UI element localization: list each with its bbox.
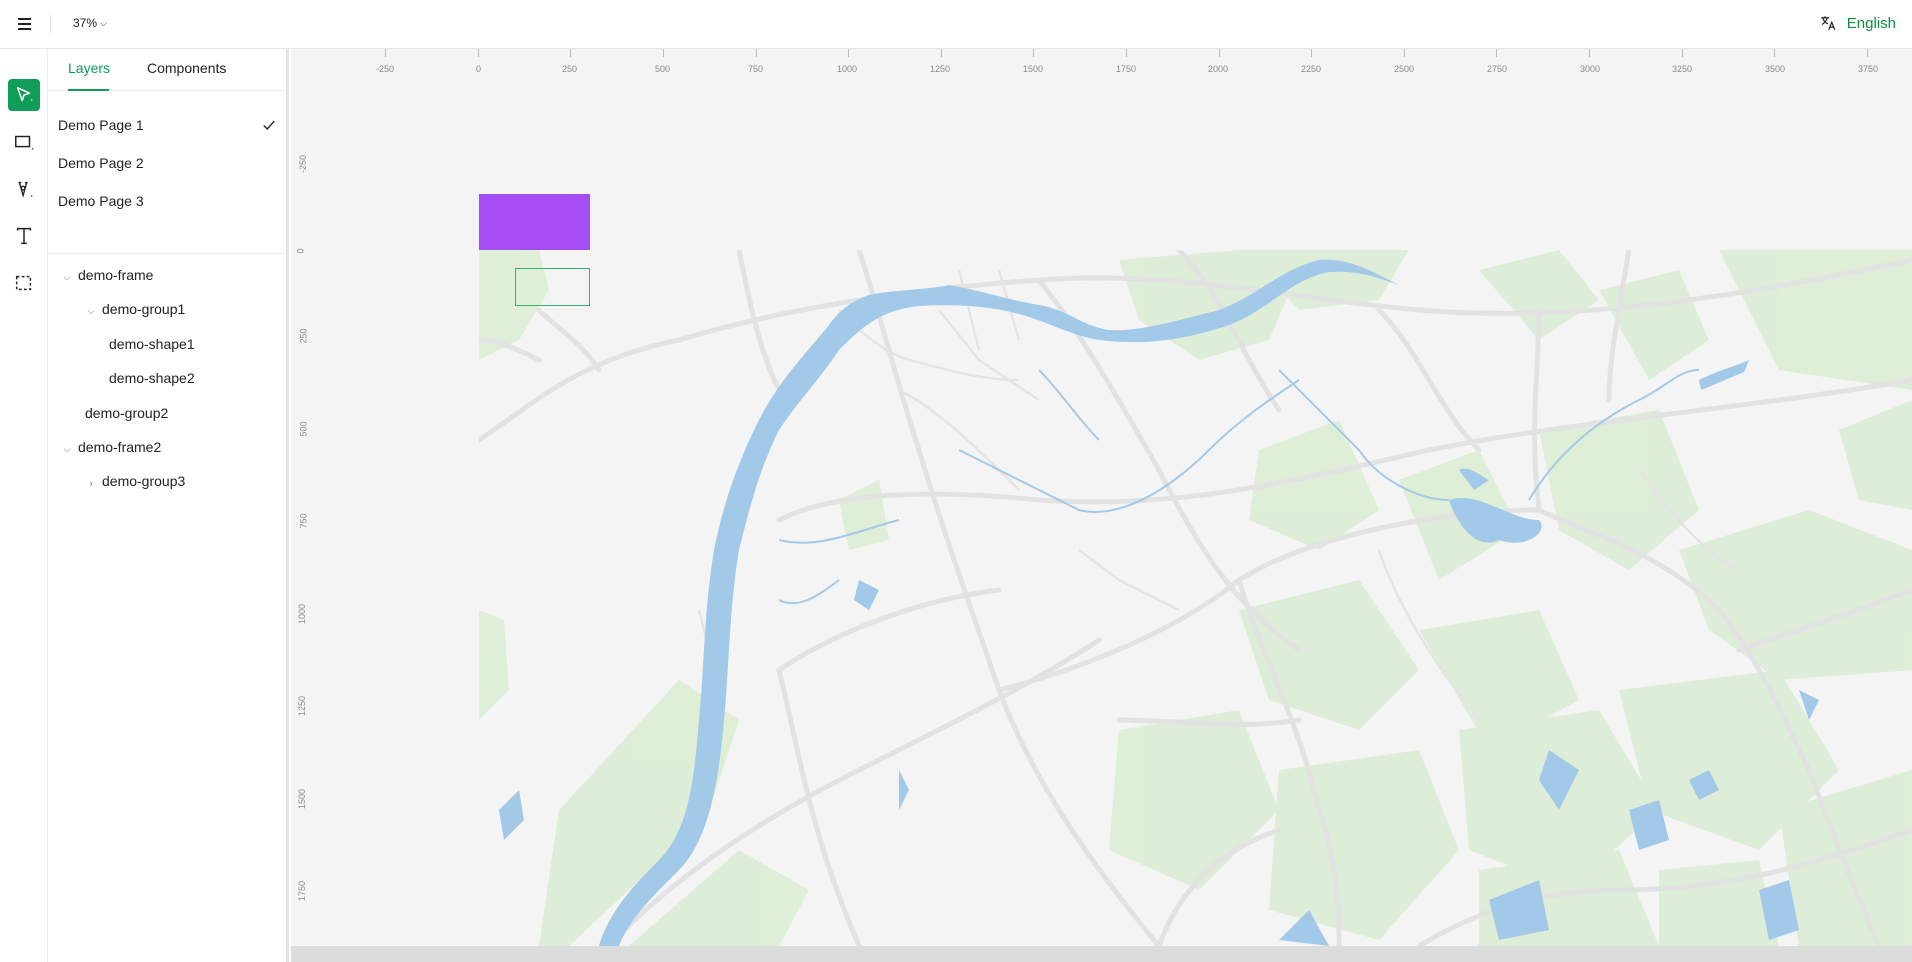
layer-item-demo-group2[interactable]: demo-group2 [85,399,168,427]
layer-label: demo-shape2 [109,370,195,386]
ruler-tick: 750 [298,513,309,529]
text-tool[interactable] [8,220,40,252]
ruler-tick: 250 [298,328,309,344]
chevron-down-icon[interactable]: ⌵ [86,297,96,325]
zoom-dropdown[interactable]: 37% ⌵ [73,16,107,30]
layer-label: demo-group2 [85,405,169,421]
layer-item-demo-frame[interactable]: ⌵ demo-frame [62,261,154,291]
select-tool[interactable] [8,79,40,111]
page-item[interactable]: Demo Page 2 [58,149,276,177]
page-label: Demo Page 3 [58,193,144,209]
tab-layers[interactable]: Layers [68,60,110,76]
chevron-down-icon[interactable]: ⌵ [62,435,72,463]
chevron-right-icon[interactable]: › [86,469,96,497]
pen-tool[interactable] [8,173,40,205]
layer-label: demo-group3 [102,473,186,489]
frame-select-tool[interactable] [8,267,40,299]
ruler-tick: 1750 [297,880,308,902]
page-list: Demo Page 1 Demo Page 2 Demo Page 3 [48,91,286,254]
layer-label: demo-group1 [102,301,186,317]
layer-item-demo-frame2[interactable]: ⌵ demo-frame2 [62,433,162,463]
demo-shape-rectangle[interactable] [479,194,590,250]
layer-item-demo-group3[interactable]: › demo-group3 [86,467,186,497]
page-label: Demo Page 2 [58,155,144,171]
page-item[interactable]: Demo Page 3 [58,187,276,215]
ruler-tick-marks [385,49,1868,57]
ruler-tick: 1500 [297,788,308,810]
tool-rail [0,49,48,962]
ruler-tick: 500 [298,421,309,437]
checkmark-icon [263,120,275,130]
hamburger-menu-icon[interactable] [16,14,36,34]
rectangle-icon [15,135,34,150]
dashed-selection-icon [15,275,32,291]
ruler-tick: -250 [298,154,309,174]
map-graphic [479,250,1912,946]
panel-tabs: Layers Components [48,49,286,91]
chevron-down-icon[interactable]: ⌵ [62,263,72,291]
page-item[interactable]: Demo Page 1 [58,111,276,139]
top-bar: 37% ⌵ English [0,0,1912,49]
layer-label: demo-frame2 [78,439,162,455]
chevron-down-icon: ⌵ [100,18,107,28]
layers-panel: Layers Components Demo Page 1 Demo Page … [48,49,289,962]
rectangle-tool[interactable] [8,126,40,158]
layer-item-demo-shape2[interactable]: demo-shape2 [109,364,195,392]
layer-item-demo-group1[interactable]: ⌵ demo-group1 [86,295,186,325]
ruler-tick: 1000 [297,603,308,625]
zoom-label: 37% [73,16,98,30]
ruler-tick: 1250 [297,695,308,717]
ruler-tick: 0 [295,248,306,254]
cursor-arrow-icon [16,86,33,102]
horizontal-scrollbar[interactable] [291,946,1912,962]
topbar-divider [50,14,51,34]
map-image [479,250,1912,946]
layer-label: demo-shape1 [109,336,195,352]
language-switcher[interactable]: English [1819,14,1896,32]
tab-components[interactable]: Components [147,60,226,76]
language-label: English [1846,14,1896,32]
translate-icon [1821,16,1836,30]
text-t-icon [16,227,32,245]
layer-item-demo-shape1[interactable]: demo-shape1 [109,330,195,358]
design-canvas[interactable]: -250 0 250 500 750 1000 1250 1500 1750 2… [291,49,1912,946]
page-label: Demo Page 1 [58,117,144,133]
layer-label: demo-frame [78,267,154,283]
horizontal-ruler: -250 0 250 500 750 1000 1250 1500 1750 2… [291,49,1912,75]
vertical-ruler: -250 0 250 500 750 1000 1250 1500 1750 [291,49,317,946]
selection-outline[interactable] [515,268,590,306]
pen-nib-icon [18,181,33,198]
